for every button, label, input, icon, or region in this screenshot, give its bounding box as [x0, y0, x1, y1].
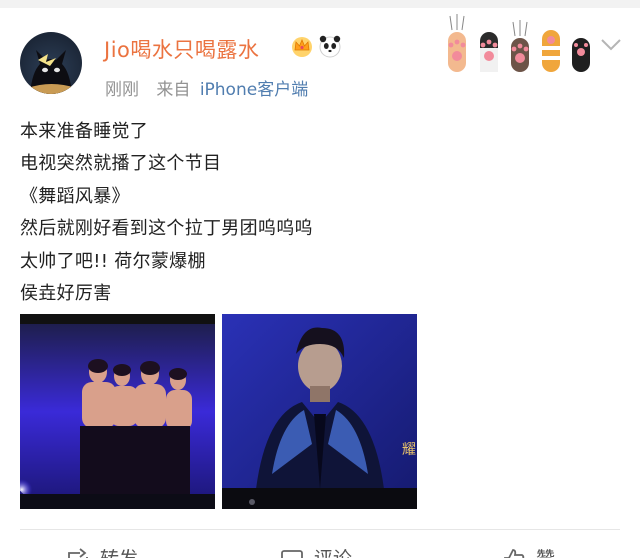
action-bar: 转发 评论 赞: [0, 536, 640, 558]
sparkle-deco-icon: [38, 54, 56, 66]
like-button[interactable]: 赞: [502, 544, 555, 558]
crown-icon[interactable]: [290, 34, 314, 58]
chevron-down-icon[interactable]: [600, 38, 622, 52]
post-text-line: 然后就刚好看到这个拉丁男团呜呜呜: [20, 218, 313, 240]
like-label: 赞: [536, 544, 555, 558]
comment-label: 评论: [314, 544, 352, 558]
post-text-line: 侯垚好厉害: [20, 282, 112, 304]
author-badges: [290, 34, 342, 58]
svg-text:耀: 耀: [402, 442, 416, 458]
repost-label: 转发: [100, 544, 138, 558]
top-strip: [0, 0, 640, 8]
avatar[interactable]: [20, 32, 82, 94]
source-label: 来自: [156, 80, 191, 100]
panda-icon[interactable]: [318, 34, 342, 58]
post-text-line: 太帅了吧!! 荷尔蒙爆棚: [20, 250, 206, 272]
divider: [20, 529, 620, 530]
repost-icon: [68, 547, 88, 558]
post-text-line: 《舞蹈风暴》: [20, 185, 130, 207]
post-meta: 刚刚 来自 iPhone客户端: [105, 75, 308, 100]
cat-paws-decoration-icon: [448, 14, 590, 72]
tv-singer-closeup-photo-icon: 耀: [222, 314, 417, 509]
comment-button[interactable]: 评论: [280, 544, 352, 558]
post-image-1[interactable]: [20, 314, 215, 509]
comment-icon: [281, 549, 303, 558]
post-text: 本来准备睡觉了 电视突然就播了这个节目 《舞蹈风暴》 然后就刚好看到这个拉丁男团…: [20, 116, 620, 310]
author-name[interactable]: Jio喝水只喝露水: [104, 34, 259, 64]
post-time: 刚刚: [105, 80, 139, 100]
tv-stage-dancers-photo-icon: [20, 314, 215, 509]
thumbs-up-icon: [504, 548, 525, 558]
source-link[interactable]: iPhone客户端: [200, 80, 308, 100]
post-image-2[interactable]: 耀: [222, 314, 417, 509]
post-text-line: 本来准备睡觉了: [20, 121, 149, 142]
post-text-line: 电视突然就播了这个节目: [20, 153, 222, 175]
repost-button[interactable]: 转发: [66, 544, 138, 558]
